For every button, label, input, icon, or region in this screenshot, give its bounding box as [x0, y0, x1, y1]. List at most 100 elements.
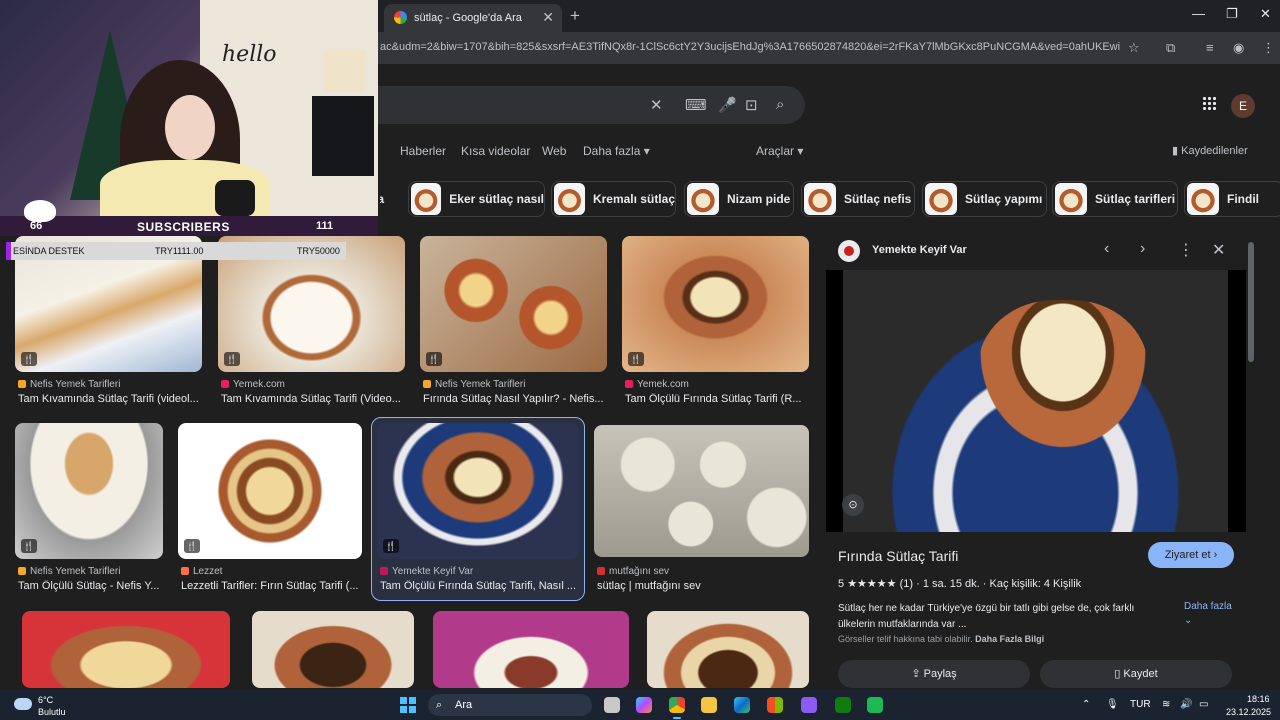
cloud-icon[interactable]	[14, 698, 32, 710]
previous-icon[interactable]: ‹	[1104, 240, 1109, 258]
result-title[interactable]: sütlaç | mutfağını sev	[597, 580, 807, 592]
voice-search-icon[interactable]: 🎤	[718, 96, 737, 114]
lens-search-icon[interactable]: ⊡	[745, 96, 758, 114]
streaming-app-icon[interactable]	[801, 697, 817, 713]
result-source[interactable]: Yemekte Keyif Var	[380, 566, 473, 577]
result-image[interactable]: 🍴	[178, 423, 362, 559]
tray-expand-icon[interactable]: ⌃	[1082, 699, 1090, 710]
nav-tab-news[interactable]: Haberler	[400, 144, 446, 158]
windows-start-icon[interactable]	[400, 697, 416, 713]
share-button[interactable]: ⇪ Paylaş	[838, 660, 1030, 688]
chip-sutlac-tarifleri[interactable]: Sütlaç tarifleri	[1052, 181, 1178, 217]
result-image[interactable]: 🍴	[15, 423, 163, 559]
result-image[interactable]: 🍴	[420, 236, 607, 372]
keyboard-icon[interactable]: ⌨	[685, 96, 707, 114]
nav-tab-web[interactable]: Web	[542, 144, 566, 158]
more-options-icon[interactable]: ⋮	[1178, 240, 1194, 260]
result-title[interactable]: Fırında Sütlaç Nasıl Yapılır? - Nefis...	[423, 393, 609, 405]
learn-more-link[interactable]: Daha Fazla Bilgi	[975, 634, 1044, 644]
tools-button[interactable]: Araçlar ▾	[756, 144, 803, 158]
chip-nizam-pide[interactable]: Nizam pide	[684, 181, 794, 217]
result-source[interactable]: mutfağını sev	[597, 566, 669, 577]
search-icon[interactable]: ⌕	[776, 96, 784, 113]
nav-tab-more[interactable]: Daha fazla ▾	[583, 144, 650, 158]
chip-eker-sutlac[interactable]: Eker sütlaç nasıl	[408, 181, 545, 217]
xbox-icon[interactable]	[835, 697, 851, 713]
recipe-meta: 5 ★★★★★ (1) · 1 sa. 15 dk. · Kaç kişilik…	[838, 578, 1082, 590]
battery-icon[interactable]: ▭	[1199, 699, 1208, 710]
browser-tab-active[interactable]: sütlaç - Google'da Ara ✕	[384, 4, 562, 32]
store-icon[interactable]	[767, 697, 783, 713]
profile-icon[interactable]: ◉	[1233, 40, 1244, 56]
copilot-icon[interactable]	[636, 697, 652, 713]
result-source[interactable]: Nefis Yemek Tarifleri	[423, 379, 525, 390]
saved-button[interactable]: ▮ Kaydedilenler	[1172, 144, 1248, 157]
new-tab-button[interactable]: +	[570, 6, 580, 26]
volume-icon[interactable]: 🔊	[1180, 699, 1192, 710]
scrollbar-thumb[interactable]	[1248, 242, 1254, 362]
address-bar-input[interactable]: ac&udm=2&biw=1707&bih=825&sxsrf=AE3TifNQ…	[380, 41, 1120, 53]
result-source[interactable]: Yemek.com	[625, 379, 689, 390]
clock-date[interactable]: 23.12.2025	[1226, 707, 1271, 717]
browser-menu-icon[interactable]: ⋮	[1262, 40, 1275, 56]
microphone-icon[interactable]: 🎙	[1106, 699, 1119, 710]
clock-time[interactable]: 18:16	[1247, 694, 1270, 704]
result-source-label: Nefis Yemek Tarifleri	[30, 379, 121, 390]
bookmark-star-icon[interactable]: ☆	[1128, 40, 1140, 56]
visit-button[interactable]: Ziyaret et ›	[1148, 542, 1234, 568]
weather-temperature[interactable]: 6°C	[38, 695, 53, 705]
result-image[interactable]	[252, 611, 414, 688]
result-image[interactable]	[647, 611, 809, 688]
account-avatar[interactable]: E	[1231, 94, 1255, 118]
minimize-button[interactable]: —	[1192, 6, 1205, 21]
chip-findil[interactable]: Findil	[1184, 181, 1280, 217]
close-window-button[interactable]: ✕	[1260, 6, 1271, 22]
close-panel-icon[interactable]: ✕	[1212, 240, 1225, 260]
task-view-icon[interactable]	[604, 697, 620, 713]
next-icon[interactable]: ›	[1140, 240, 1145, 258]
more-button[interactable]: Daha fazla ⌄	[1184, 600, 1234, 628]
panel-scrollbar[interactable]	[1248, 234, 1254, 684]
panel-site-name[interactable]: Yemekte Keyif Var	[872, 244, 967, 256]
chip-kremali-sutlac[interactable]: Kremalı sütlaç	[551, 181, 676, 217]
maximize-button[interactable]: ❐	[1226, 6, 1238, 22]
result-title[interactable]: Lezzetli Tarifler: Fırın Sütlaç Tarifi (…	[181, 580, 361, 592]
result-source[interactable]: Nefis Yemek Tarifleri	[18, 566, 120, 577]
lens-icon[interactable]: ⊙	[842, 494, 864, 516]
taskbar-search[interactable]: ⌕ Ara	[428, 694, 592, 716]
result-source[interactable]: Yemek.com	[221, 379, 285, 390]
google-apps-icon[interactable]	[1202, 96, 1216, 110]
result-source[interactable]: Lezzet	[181, 566, 222, 577]
result-source[interactable]: Nefis Yemek Tarifleri	[18, 379, 120, 390]
app-icon[interactable]	[867, 697, 883, 713]
media-controls-icon[interactable]: ≡	[1206, 40, 1214, 55]
result-title[interactable]: Tam Kıvamında Sütlaç Tarifi (Video...	[221, 393, 407, 405]
edge-icon[interactable]	[734, 697, 750, 713]
wifi-icon[interactable]: ≋	[1162, 699, 1170, 710]
result-title[interactable]: Tam Ölçülü Fırında Sütlaç Tarifi, Nasıl …	[380, 580, 580, 592]
preview-image[interactable]: ⊙	[826, 270, 1246, 532]
result-title[interactable]: Tam Ölçülü Fırında Sütlaç Tarifi (R...	[625, 393, 811, 405]
result-image[interactable]	[433, 611, 629, 688]
file-explorer-icon[interactable]	[701, 697, 717, 713]
clear-search-icon[interactable]: ✕	[650, 96, 663, 114]
chip-partial[interactable]: da	[380, 181, 394, 217]
panel-title[interactable]: Fırında Sütlaç Tarifi	[838, 548, 958, 564]
result-image[interactable]: 🍴	[622, 236, 809, 372]
result-image[interactable]: 🍴	[377, 423, 579, 559]
result-image[interactable]	[594, 425, 809, 557]
copyright-notice: Görseller telif hakkına tabi olabilir. D…	[838, 634, 1044, 644]
chip-sutlac-yapimi[interactable]: Sütlaç yapımı	[922, 181, 1047, 217]
result-title[interactable]: Tam Kıvamında Sütlaç Tarifi (videol...	[18, 393, 204, 405]
extensions-icon[interactable]: ⧉	[1166, 40, 1175, 56]
tab-close-icon[interactable]: ✕	[542, 9, 554, 26]
result-title[interactable]: Tam Ölçülü Sütlaç - Nefis Y...	[18, 580, 163, 592]
search-box[interactable]: ✕ ⌨ 🎤 ⊡ ⌕	[370, 86, 805, 124]
save-button[interactable]: ▯ Kaydet	[1040, 660, 1232, 688]
chrome-icon[interactable]	[669, 697, 685, 719]
result-image[interactable]	[22, 611, 230, 688]
language-indicator[interactable]: TUR	[1130, 699, 1151, 710]
weather-condition[interactable]: Bulutlu	[38, 707, 66, 717]
nav-tab-short-videos[interactable]: Kısa videolar	[461, 144, 530, 158]
chip-sutlac-nefis[interactable]: Sütlaç nefis	[801, 181, 915, 217]
